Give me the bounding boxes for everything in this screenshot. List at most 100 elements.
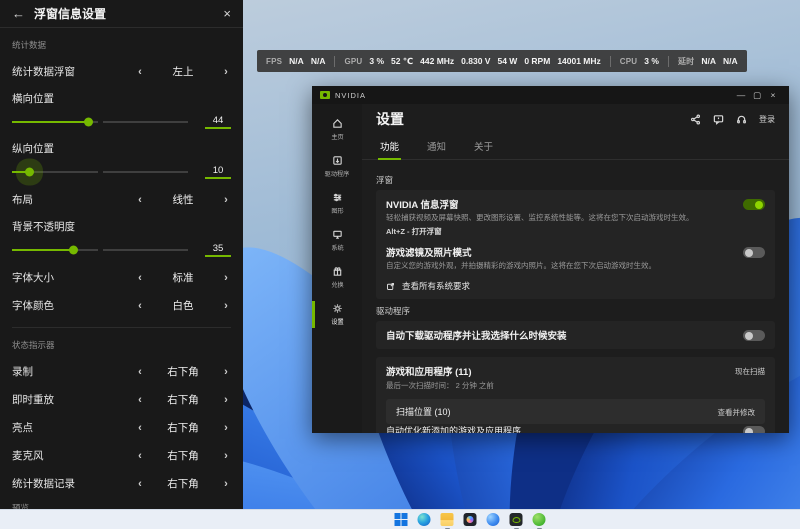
selector-value: 白色 — [145, 298, 221, 313]
chevron-right-icon[interactable]: › — [221, 450, 231, 462]
slider-handle[interactable] — [84, 118, 93, 127]
tab-notifications[interactable]: 通知 — [425, 134, 448, 159]
sidebar-item-system[interactable]: 系统 — [312, 223, 362, 258]
slider-track[interactable] — [12, 171, 188, 173]
sidebar-item-redeem[interactable]: 兑换 — [312, 260, 362, 295]
selector-label: 统计数据记录 — [12, 476, 135, 491]
chevron-right-icon[interactable]: › — [221, 300, 231, 312]
edge-icon[interactable] — [418, 513, 431, 526]
setting-title: 自动优化新添加的游戏及应用程序 — [386, 424, 733, 433]
chevron-right-icon[interactable]: › — [221, 394, 231, 406]
start-button-icon[interactable] — [395, 513, 408, 526]
chevron-right-icon[interactable]: › — [221, 422, 231, 434]
slider-track[interactable] — [12, 121, 188, 123]
window-titlebar[interactable]: NVIDIA — ▢ × — [312, 86, 789, 104]
chevron-right-icon[interactable]: › — [221, 366, 231, 378]
setting-description: 自定义您的游戏外观，并拍摄精彩的游戏内照片。这将在您下次启动游戏时生效。 — [386, 261, 733, 271]
slider-value-field[interactable]: 44 — [205, 115, 231, 129]
tab-about[interactable]: 关于 — [472, 134, 495, 159]
gpu-utilization: 3 % — [369, 56, 384, 66]
sidebar-item-graphics[interactable]: 图形 — [312, 186, 362, 221]
sidebar-item-home[interactable]: 主页 — [312, 112, 362, 147]
file-explorer-icon[interactable] — [441, 513, 454, 526]
nvidia-logo-icon — [320, 91, 330, 99]
geforce-overlay-icon[interactable] — [533, 513, 546, 526]
selector-stats-logging: 统计数据记录 ‹ 右下角 › — [12, 476, 231, 491]
close-icon[interactable]: × — [223, 6, 231, 21]
selector-label: 字体颜色 — [12, 298, 135, 313]
minimize-button[interactable]: — — [733, 90, 749, 100]
chevron-left-icon[interactable]: ‹ — [135, 66, 145, 78]
slider-label: 背景不透明度 — [12, 219, 231, 234]
back-icon[interactable]: ← — [12, 6, 30, 21]
slider-value-field[interactable]: 35 — [205, 243, 231, 257]
sidebar-item-label: 兑换 — [331, 279, 343, 289]
taskbar-icons — [395, 510, 546, 529]
chevron-left-icon[interactable]: ‹ — [135, 272, 145, 284]
chevron-left-icon[interactable]: ‹ — [135, 366, 145, 378]
close-button[interactable]: × — [765, 90, 781, 100]
photos-icon[interactable] — [464, 513, 477, 526]
game-filters-toggle[interactable] — [743, 247, 765, 258]
auto-optimize-toggle[interactable] — [743, 426, 765, 433]
setting-row-auto-optimize: 自动优化新添加的游戏及应用程序 — [386, 424, 765, 433]
scan-now-button[interactable]: 现在扫描 — [735, 364, 765, 377]
cpu-label: CPU — [620, 57, 638, 66]
share-icon[interactable] — [690, 114, 701, 125]
slider-fill — [12, 249, 74, 251]
auto-download-toggle[interactable] — [743, 330, 765, 341]
system-requirements-link[interactable]: 查看所有系统要求 — [386, 280, 765, 292]
feedback-icon[interactable] — [713, 114, 724, 125]
chevron-right-icon[interactable]: › — [221, 66, 231, 78]
tab-features[interactable]: 功能 — [378, 134, 401, 159]
copilot-icon[interactable] — [487, 513, 500, 526]
setting-title: NVIDIA 信息浮窗 — [386, 197, 733, 211]
chevron-right-icon[interactable]: › — [221, 194, 231, 206]
chevron-left-icon[interactable]: ‹ — [135, 478, 145, 490]
games-section-title: 游戏和应用程序 (11) — [386, 364, 725, 378]
login-button[interactable]: 登录 — [759, 114, 775, 125]
chevron-left-icon[interactable]: ‹ — [135, 300, 145, 312]
selector-instant-replay: 即时重放 ‹ 右下角 › — [12, 392, 231, 407]
slider-value-field[interactable]: 10 — [205, 165, 231, 179]
sidebar-item-drivers[interactable]: 驱动程序 — [312, 149, 362, 184]
chevron-right-icon[interactable]: › — [221, 272, 231, 284]
section-overlay: 浮窗 — [376, 174, 775, 186]
info-overlay-toggle[interactable] — [743, 199, 765, 210]
drivers-card: 自动下载驱动程序并让我选择什么时候安装 — [376, 321, 775, 349]
setting-row-game-filters: 游戏滤镜及照片模式 自定义您的游戏外观，并拍摄精彩的游戏内照片。这将在您下次启动… — [386, 245, 765, 271]
chevron-left-icon[interactable]: ‹ — [135, 394, 145, 406]
headset-icon[interactable] — [736, 114, 747, 125]
chevron-left-icon[interactable]: ‹ — [135, 194, 145, 206]
slider-track[interactable] — [12, 249, 188, 251]
section-label-stats: 统计数据 — [12, 39, 231, 51]
chevron-right-icon[interactable]: › — [221, 478, 231, 490]
selector-highlights: 亮点 ‹ 右下角 › — [12, 420, 231, 435]
setting-title: 游戏滤镜及照片模式 — [386, 245, 733, 259]
app-main: 设置 登录 功能 通知 关于 浮窗 NVIDIA 信息浮窗 — [362, 104, 789, 433]
selector-microphone: 麦克风 ‹ 右下角 › — [12, 448, 231, 463]
section-label-indicators: 状态指示器 — [12, 339, 231, 351]
selector-value: 右下角 — [145, 448, 221, 463]
maximize-button[interactable]: ▢ — [749, 90, 765, 101]
slider-handle[interactable] — [69, 246, 78, 255]
slider-handle[interactable] — [25, 168, 34, 177]
settings-tabs: 功能 通知 关于 — [362, 134, 789, 160]
chevron-left-icon[interactable]: ‹ — [135, 450, 145, 462]
sidebar-item-label: 设置 — [331, 316, 343, 326]
external-link-icon — [386, 282, 395, 291]
gpu-power: 54 W — [497, 56, 517, 66]
chevron-left-icon[interactable]: ‹ — [135, 422, 145, 434]
view-modify-button[interactable]: 查看并修改 — [718, 405, 756, 418]
slider-vertical-position: 纵向位置 10 — [12, 141, 231, 179]
selector-recording: 录制 ‹ 右下角 › — [12, 364, 231, 379]
nvidia-app-window: NVIDIA — ▢ × 主页 驱动程序 图形 系统 兑 — [312, 86, 789, 433]
selector-value: 右下角 — [145, 420, 221, 435]
setting-row-auto-download: 自动下载驱动程序并让我选择什么时候安装 — [386, 328, 765, 342]
nvidia-app-icon[interactable] — [510, 513, 523, 526]
performance-overlay-bar: FPS N/A N/A GPU 3 % 52 ℃ 442 MHz 0.830 V… — [257, 50, 747, 72]
slider-fill — [12, 121, 89, 123]
sidebar-item-label: 主页 — [331, 131, 343, 141]
sidebar-item-settings[interactable]: 设置 — [312, 297, 362, 332]
system-icon — [332, 229, 343, 240]
